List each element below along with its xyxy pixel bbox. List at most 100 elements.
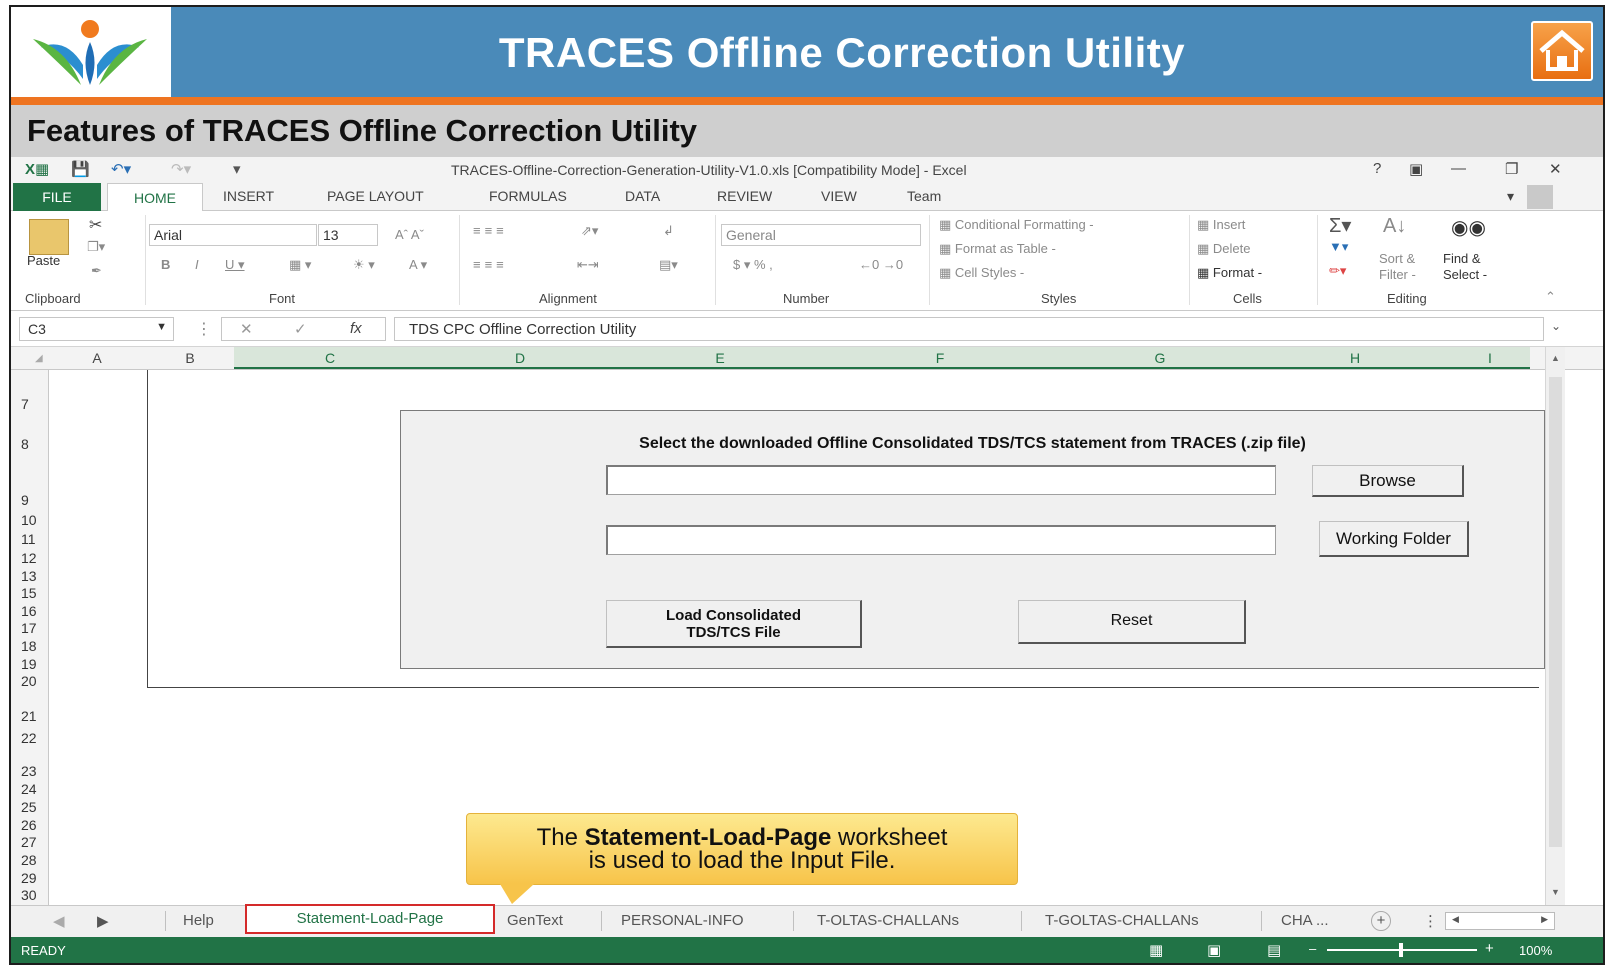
sheet-tab-t-oltas-challans[interactable]: T-OLTAS-CHALLANs (817, 912, 959, 929)
left-align-icon[interactable]: ≡≡≡ (473, 257, 508, 272)
scroll-left-icon[interactable]: ◀ (1452, 914, 1459, 925)
orientation-icon[interactable]: ⇗▾ (581, 223, 598, 239)
sort-filter-icon[interactable]: A↓ (1383, 215, 1406, 238)
row-header[interactable]: 20 (21, 673, 37, 689)
underline-icon[interactable]: U ▾ (225, 257, 245, 273)
expand-formula-icon[interactable]: ⌄ (1551, 319, 1561, 333)
clear-icon[interactable]: ✏▾ (1329, 263, 1346, 279)
next-sheet-icon[interactable]: ▶ (97, 912, 109, 930)
cancel-icon[interactable]: ✕ (240, 320, 253, 338)
zoom-slider-thumb[interactable] (1399, 943, 1403, 957)
row-header[interactable]: 24 (21, 781, 37, 797)
close-icon[interactable]: ✕ (1549, 160, 1562, 178)
row-header[interactable]: 9 (21, 492, 29, 508)
tab-insert[interactable]: INSERT (223, 188, 274, 204)
home-button[interactable] (1531, 21, 1593, 81)
name-box[interactable]: C3 ▼ (19, 317, 174, 341)
sheet-tab-personal-info[interactable]: PERSONAL-INFO (621, 912, 744, 929)
format-cells-button[interactable]: ▦ Format - (1197, 265, 1262, 281)
tab-home[interactable]: HOME (107, 183, 203, 212)
column-h[interactable]: H (1265, 350, 1445, 366)
row-header[interactable]: 19 (21, 656, 37, 672)
tab-team[interactable]: Team (907, 188, 941, 204)
row-header[interactable]: 17 (21, 620, 37, 636)
new-sheet-button[interactable]: + (1371, 911, 1391, 931)
prev-sheet-icon[interactable]: ◀ (53, 912, 65, 930)
row-header[interactable]: 13 (21, 568, 37, 584)
autosum-icon[interactable]: Σ▾ (1329, 213, 1351, 238)
row-header[interactable]: 18 (21, 638, 37, 654)
zoom-in-icon[interactable]: + (1485, 940, 1494, 957)
sort-filter-button[interactable]: Sort & Filter - (1379, 251, 1416, 283)
avatar[interactable] (1527, 185, 1553, 209)
load-consolidated-file-button[interactable]: Load Consolidated TDS/TCS File (606, 600, 862, 648)
binoculars-icon[interactable]: ◉◉ (1451, 215, 1486, 240)
format-painter-icon[interactable]: ✒ (91, 263, 102, 279)
row-header[interactable]: 11 (21, 531, 36, 547)
sheet-tab-t-goltas-challans[interactable]: T-GOLTAS-CHALLANs (1045, 912, 1199, 929)
tab-page-layout[interactable]: PAGE LAYOUT (327, 188, 424, 204)
column-e[interactable]: E (615, 350, 825, 366)
row-header[interactable]: 15 (21, 585, 37, 601)
zip-file-path-input[interactable] (606, 465, 1276, 495)
sheet-tab-cha[interactable]: CHA ... (1281, 912, 1329, 929)
customize-qat-icon[interactable]: ▾ (233, 160, 241, 178)
row-header[interactable]: 10 (21, 512, 37, 528)
row-header[interactable]: 23 (21, 763, 37, 779)
ribbon-display-icon[interactable]: ▣ (1409, 160, 1423, 178)
browse-button[interactable]: Browse (1312, 465, 1464, 497)
normal-view-icon[interactable]: ▦ (1149, 941, 1163, 959)
font-color-icon[interactable]: A ▾ (409, 257, 427, 273)
column-a[interactable]: A (49, 350, 145, 366)
row-header[interactable]: 12 (21, 550, 37, 566)
number-format-select[interactable]: General (721, 224, 921, 246)
row-header[interactable]: 25 (21, 799, 37, 815)
scroll-up-icon[interactable]: ▲ (1551, 353, 1560, 363)
paste-label[interactable]: Paste (27, 253, 60, 268)
decimal-icon[interactable]: ←0 →0 (859, 257, 903, 272)
tab-formulas[interactable]: FORMULAS (489, 188, 567, 204)
row-header[interactable]: 29 (21, 870, 37, 886)
row-header[interactable]: 26 (21, 817, 37, 833)
delete-cells-button[interactable]: ▦ Delete (1197, 241, 1250, 257)
page-layout-view-icon[interactable]: ▣ (1207, 941, 1221, 959)
fill-color-icon[interactable]: ☀ ▾ (353, 257, 375, 273)
tab-review[interactable]: REVIEW (717, 188, 772, 204)
row-header[interactable]: 22 (21, 730, 37, 746)
row-header[interactable]: 21 (21, 708, 37, 724)
currency-icon[interactable]: $ ▾ % , (733, 257, 773, 273)
minimize-icon[interactable]: — (1451, 160, 1466, 177)
column-d[interactable]: D (425, 350, 615, 366)
bold-icon[interactable]: B (161, 257, 170, 272)
enter-icon[interactable]: ✓ (294, 320, 307, 338)
grow-font-icon[interactable]: Aˆ Aˇ (395, 227, 424, 242)
italic-icon[interactable]: I (195, 257, 199, 272)
font-size-select[interactable]: 13 (318, 224, 378, 246)
row-header[interactable]: 27 (21, 834, 37, 850)
cell-styles-button[interactable]: ▦ Cell Styles - (939, 265, 1024, 281)
scrollbar-thumb[interactable] (1549, 377, 1562, 847)
wrap-text-icon[interactable]: ↲ (663, 223, 674, 239)
column-c[interactable]: C (235, 350, 425, 366)
column-i[interactable]: I (1445, 350, 1535, 366)
insert-function-icon[interactable]: fx (350, 320, 362, 337)
help-icon[interactable]: ? (1373, 160, 1381, 177)
merge-icon[interactable]: ▤▾ (659, 257, 678, 273)
top-align-icon[interactable]: ≡≡≡ (473, 223, 508, 238)
undo-icon[interactable]: ↶▾ (111, 160, 131, 178)
tab-data[interactable]: DATA (625, 188, 660, 204)
scroll-down-icon[interactable]: ▼ (1551, 887, 1560, 897)
borders-icon[interactable]: ▦ ▾ (289, 257, 311, 273)
row-header[interactable]: 7 (21, 396, 29, 412)
tab-split-handle[interactable]: ⋮ (1423, 912, 1438, 930)
font-name-select[interactable]: Arial (149, 224, 317, 246)
copy-icon[interactable]: ❐▾ (87, 239, 105, 255)
indent-icon[interactable]: ⇤⇥ (577, 257, 599, 273)
row-header[interactable]: 8 (21, 436, 29, 452)
save-icon[interactable]: 💾 (71, 160, 90, 178)
conditional-formatting-button[interactable]: ▦ Conditional Formatting - (939, 217, 1094, 233)
sheet-tab-gentext[interactable]: GenText (507, 912, 563, 929)
row-header[interactable]: 28 (21, 852, 37, 868)
paste-icon[interactable] (29, 219, 69, 255)
sheet-tab-help[interactable]: Help (183, 912, 214, 929)
